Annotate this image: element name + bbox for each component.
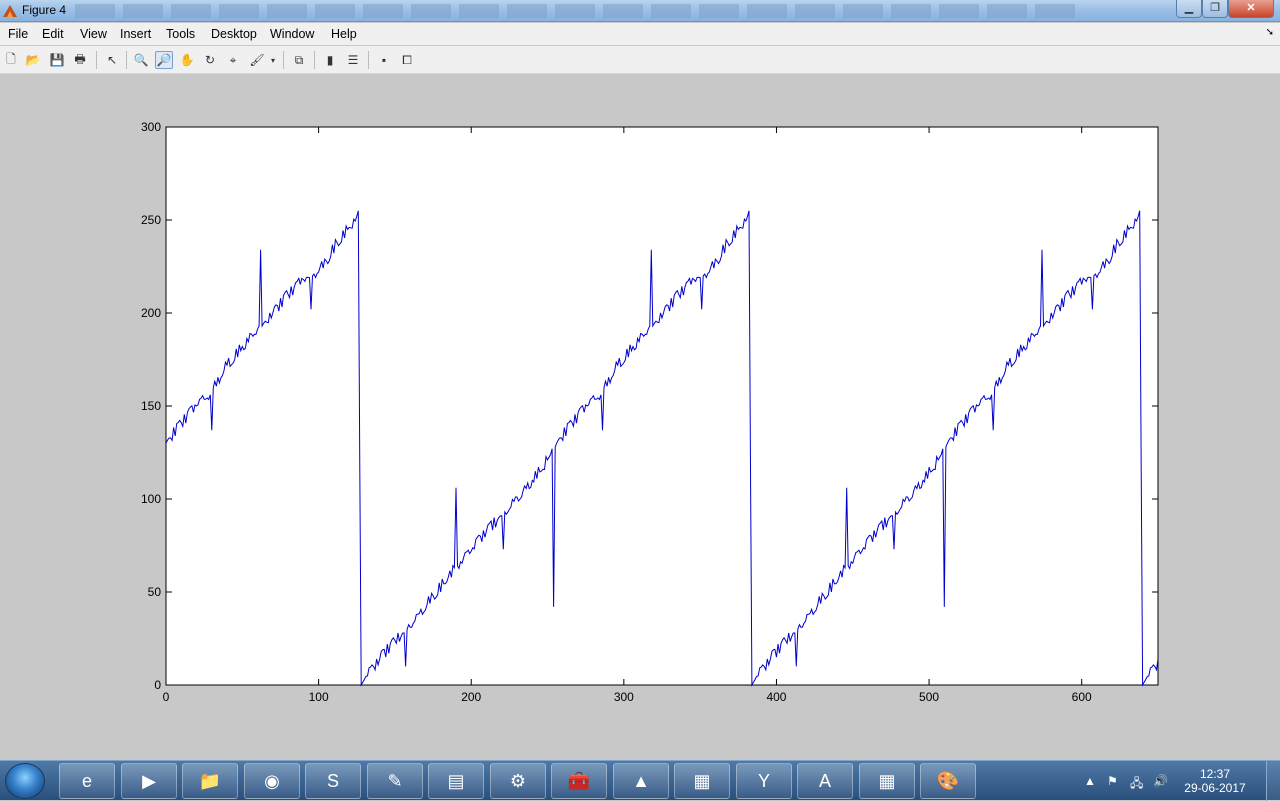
x-tick-label: 600 [1072,690,1092,704]
brush-dropdown-icon[interactable]: ▾ [268,51,278,69]
menu-window[interactable]: Window [270,27,314,41]
x-tick-label: 100 [309,690,329,704]
titlebar-background-strip [75,4,1075,18]
save-icon[interactable]: 💾 [48,51,66,69]
toolbar-separator [368,51,369,69]
plot-axes[interactable]: 0 100 200 300 400 500 600 0 50 100 150 200 250 300 [0,75,1280,760]
control-panel-icon[interactable]: ⚙ [490,763,546,799]
menu-edit[interactable]: Edit [42,27,64,41]
y-tick-label: 250 [141,213,161,227]
media-player-icon[interactable]: ▶ [121,763,177,799]
y-tick-label: 300 [141,120,161,134]
x-tick-label: 0 [163,690,170,704]
close-button[interactable]: ✕ [1228,0,1274,18]
paint-icon[interactable]: 🎨 [920,763,976,799]
y-tick-label: 200 [141,306,161,320]
menu-overflow-icon[interactable]: ➘ [1266,27,1274,38]
clock-date: 29-06-2017 [1184,781,1246,795]
notepad-plus-icon[interactable]: ✎ [367,763,423,799]
menu-bar: File Edit View Insert Tools Desktop Wind… [0,23,1280,45]
zoom-out-icon[interactable]: 🔎 [155,51,173,69]
toolbar-separator [314,51,315,69]
toolbox-icon[interactable]: 🧰 [551,763,607,799]
calculator-icon[interactable]: ▦ [859,763,915,799]
print-icon[interactable]: 🖶 [71,51,89,69]
menu-help[interactable]: Help [331,27,357,41]
system-clock[interactable]: 12:37 29-06-2017 [1170,767,1260,795]
link-plot-icon[interactable]: ⧉ [290,51,308,69]
brush-icon[interactable]: 🖌 [248,51,266,69]
start-button[interactable] [5,763,45,799]
toolbar-separator [96,51,97,69]
data-cursor-icon[interactable]: ⌖ [224,51,242,69]
chrome-icon[interactable]: ◉ [244,763,300,799]
network-icon[interactable]: 🖧 [1130,774,1143,795]
x-tick-label: 200 [461,690,481,704]
rotate-3d-icon[interactable]: ↻ [201,51,219,69]
matlab-icon[interactable]: ▲ [613,763,669,799]
file-explorer-icon[interactable]: 📁 [182,763,238,799]
skype-icon[interactable]: S [305,763,361,799]
hide-plot-tools-icon[interactable]: ▪ [375,51,393,69]
new-figure-icon[interactable]: 🗋 [2,51,20,69]
zoom-in-icon[interactable]: 🔍 [132,51,150,69]
y-tick-label: 150 [141,399,161,413]
internet-explorer-icon[interactable]: e [59,763,115,799]
insert-legend-icon[interactable]: ☰ [344,51,362,69]
show-desktop-button[interactable] [1266,761,1280,801]
insert-colorbar-icon[interactable]: ▮ [321,51,339,69]
minimize-button[interactable]: ▁ [1176,0,1202,18]
menu-desktop[interactable]: Desktop [211,27,257,41]
acrobat-icon[interactable]: A [797,763,853,799]
y-tick-label: 50 [148,585,162,599]
notebook-icon[interactable]: ▤ [428,763,484,799]
task-manager-icon[interactable]: ▦ [674,763,730,799]
y-tick-label: 0 [154,678,161,692]
show-plot-tools-icon[interactable]: ⧠ [398,51,416,69]
windows-taskbar: e ▶ 📁 ◉ S ✎ ▤ ⚙ 🧰 ▲ ▦ Y A ▦ 🎨 ▲ ⚑ 🖧 🔊 12:37 29-06-2017 [0,760,1280,801]
figure-canvas: 0 100 200 300 400 500 600 0 50 100 150 200 250 300 [0,75,1280,760]
matlab-figure-icon [3,5,17,17]
window-title: Figure 4 [22,3,67,17]
window-titlebar: Figure 4 ▁ ❐ ✕ [0,0,1280,22]
pan-icon[interactable]: ✋ [178,51,196,69]
x-tick-label: 500 [919,690,939,704]
maximize-button[interactable]: ❐ [1202,0,1228,18]
menu-file[interactable]: File [8,27,28,41]
clock-time: 12:37 [1199,767,1231,781]
figure-toolbar: 🗋 📂 💾 🖶 ↖ 🔍 🔎 ✋ ↻ ⌖ 🖌 ▾ ⧉ ▮ ☰ ▪ ⧠ [0,46,1280,74]
y-tick-label: 100 [141,492,161,506]
app-y-icon[interactable]: Y [736,763,792,799]
x-tick-label: 400 [766,690,786,704]
menu-view[interactable]: View [80,27,107,41]
action-center-icon[interactable]: ⚑ [1107,774,1118,788]
edit-plot-icon[interactable]: ↖ [103,51,121,69]
toolbar-separator [126,51,127,69]
open-file-icon[interactable]: 📂 [24,51,42,69]
menu-insert[interactable]: Insert [120,27,151,41]
volume-icon[interactable]: 🔊 [1153,774,1168,788]
x-tick-label: 300 [614,690,634,704]
menu-tools[interactable]: Tools [166,27,195,41]
show-hidden-icons-icon[interactable]: ▲ [1084,774,1096,788]
toolbar-separator [283,51,284,69]
axes-box [165,126,1159,686]
